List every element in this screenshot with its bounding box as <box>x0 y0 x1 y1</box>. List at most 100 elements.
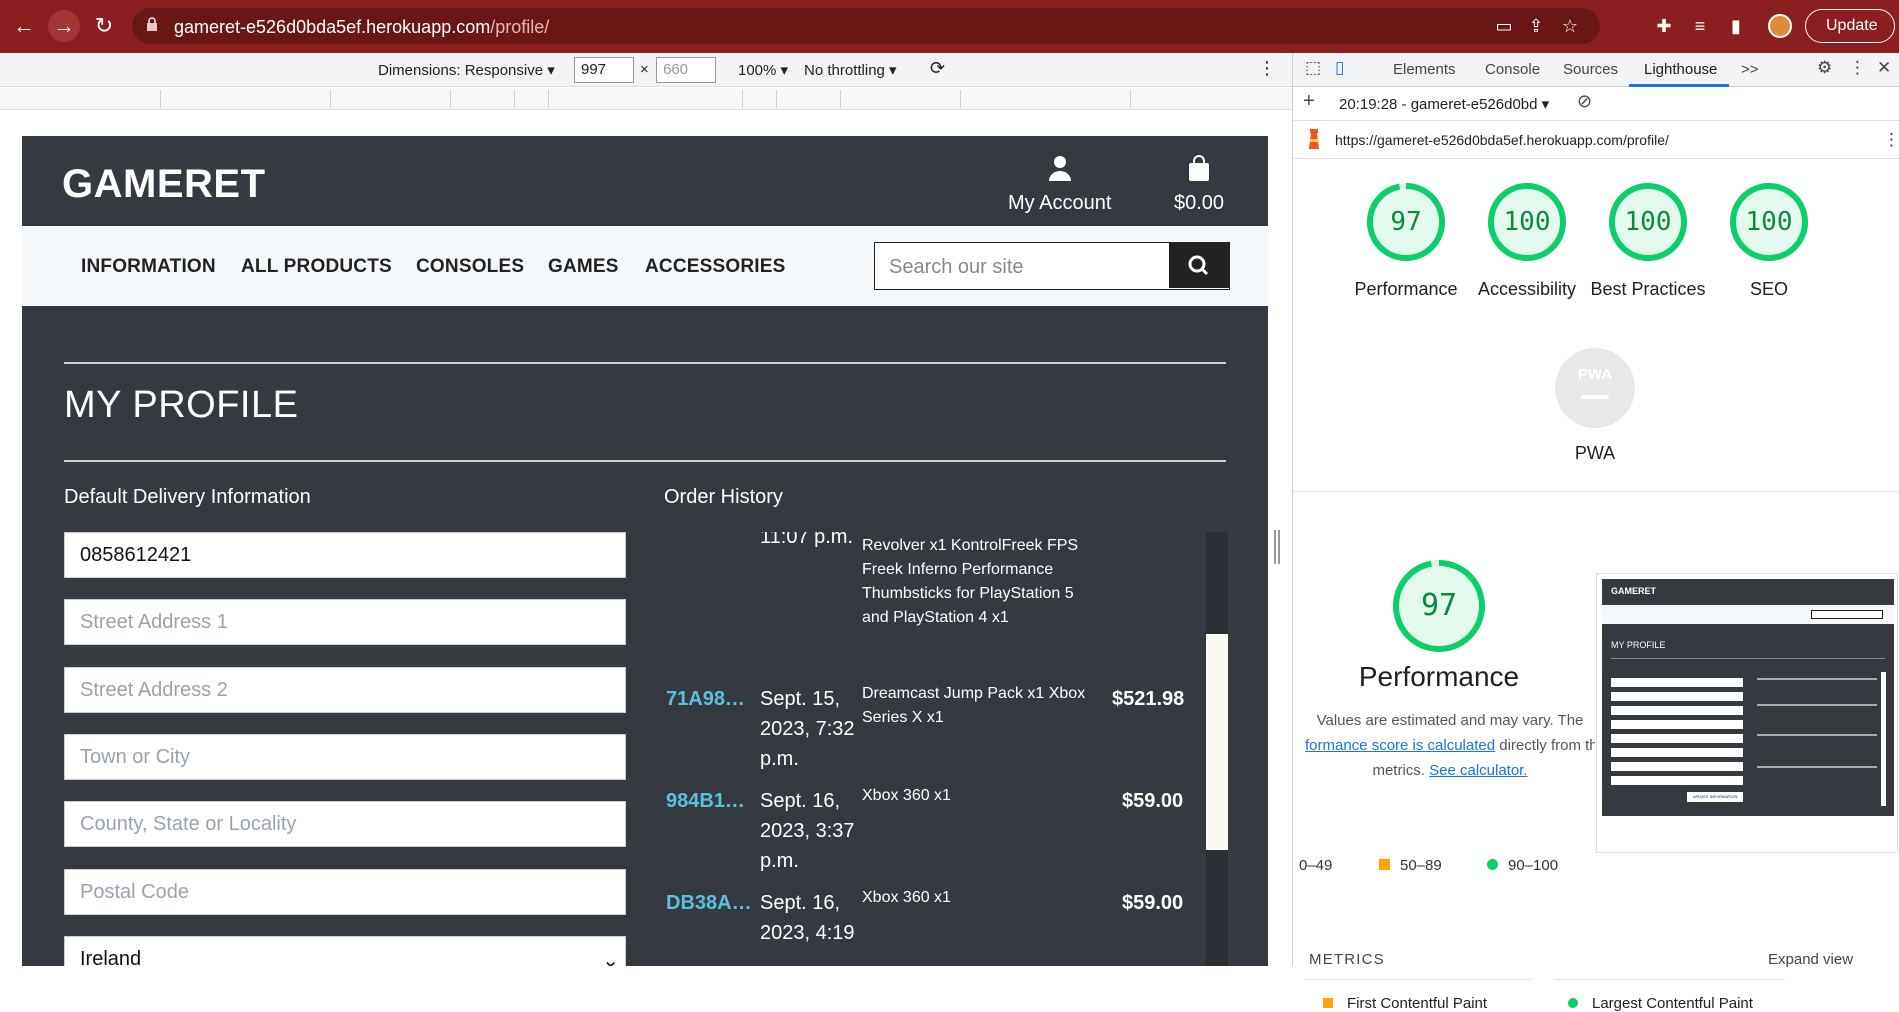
website-page: GAMERET My Account $0.00 INFORMATION ALL… <box>22 136 1268 966</box>
average-square-icon <box>1379 859 1390 870</box>
throttling-dropdown[interactable]: No throttling ▾ <box>804 61 897 79</box>
partial-order-items: Revolver x1 KontrolFreek FPS Freek Infer… <box>862 537 1079 626</box>
performance-gauge[interactable]: 97 <box>1366 182 1446 262</box>
nav-all-products[interactable]: ALL PRODUCTS <box>241 256 392 278</box>
update-button[interactable]: Update <box>1805 9 1895 43</box>
performance-score: 97 <box>1390 207 1422 237</box>
inspect-element-icon[interactable]: ⬚ <box>1305 58 1321 78</box>
width-input[interactable]: 997 <box>574 57 634 83</box>
device-toggle-icon[interactable]: ▯ <box>1335 58 1344 78</box>
dimension-separator: × <box>640 61 649 78</box>
pwa-badge-circle <box>1555 348 1635 428</box>
order-number-link[interactable]: 71A98… <box>666 688 745 711</box>
side-panel-icon[interactable]: ▮ <box>1724 14 1748 38</box>
height-input[interactable]: 660 <box>656 57 716 83</box>
user-icon <box>1048 156 1071 181</box>
order-total: $59.00 <box>1122 892 1184 914</box>
calculator-link[interactable]: See calculator. <box>1429 762 1527 779</box>
nav-consoles[interactable]: CONSOLES <box>416 256 524 278</box>
forward-icon[interactable]: → <box>48 10 80 42</box>
pwa-badge-text: PWA <box>1577 366 1613 383</box>
performance-note: Values are estimated and may vary. The f… <box>1305 712 1595 779</box>
nav-information[interactable]: INFORMATION <box>81 256 216 278</box>
more-options-icon[interactable]: ⋮ <box>1258 58 1276 79</box>
tab-sources[interactable]: Sources <box>1563 61 1618 78</box>
shopping-bag-link[interactable]: $0.00 <box>1174 154 1224 215</box>
site-search-input[interactable]: Search our site <box>889 256 1024 279</box>
nav-accessories[interactable]: ACCESSORIES <box>645 256 786 278</box>
new-report-icon[interactable]: + <box>1303 90 1315 113</box>
order-items: Dreamcast Jump Pack x1 Xbox Series X x1 <box>862 685 1086 726</box>
bag-total: $0.00 <box>1174 192 1225 214</box>
extensions-icon[interactable]: ✚ <box>1652 14 1676 38</box>
tab-elements[interactable]: Elements <box>1393 61 1456 78</box>
clear-reports-icon[interactable]: ⊘ <box>1577 91 1592 112</box>
media-queue-icon[interactable]: ≡ <box>1688 14 1712 38</box>
seo-score: 100 <box>1745 207 1793 237</box>
tab-lighthouse[interactable]: Lighthouse <box>1644 61 1717 78</box>
scrollbar-thumb[interactable] <box>1206 634 1228 850</box>
share-icon[interactable]: ⇪ <box>1524 14 1548 38</box>
order-date: Sept. 16, 2023, 4:19 <box>760 892 855 944</box>
score-calculation-link[interactable]: formance score is calculated <box>1305 737 1495 754</box>
devtools-menu-icon[interactable]: ⋮ <box>1849 58 1866 78</box>
rotate-icon[interactable]: ⟳ <box>930 58 945 79</box>
lighthouse-toolbar: + 20:19:28 - gameret-e526d0bd ▾ ⊘ <box>1293 87 1899 121</box>
report-selector[interactable]: 20:19:28 - gameret-e526d0bd ▾ <box>1339 95 1549 113</box>
street-address-1-field[interactable]: Street Address 1 <box>64 599 626 645</box>
install-app-icon[interactable]: ▭ <box>1492 14 1516 38</box>
performance-detail-gauge: 97 <box>1391 558 1487 654</box>
dimensions-dropdown[interactable]: Dimensions: Responsive ▾ <box>378 61 555 79</box>
metric-fcp: First Contentful Paint <box>1323 995 1487 1012</box>
back-icon[interactable]: ← <box>8 10 40 42</box>
order-number-link[interactable]: 984B1… <box>666 790 745 813</box>
chevron-down-icon: ⌄ <box>602 950 619 966</box>
nav-games[interactable]: GAMES <box>548 256 619 278</box>
my-account-link[interactable]: My Account <box>1008 154 1111 215</box>
pwa-badge[interactable]: PWA <box>1555 348 1635 428</box>
order-history-scrollbar[interactable] <box>1206 532 1228 966</box>
profile-avatar[interactable] <box>1768 14 1792 38</box>
order-history-heading: Order History <box>664 486 783 508</box>
accessibility-gauge[interactable]: 100 <box>1487 182 1567 262</box>
performance-label: Performance <box>1354 279 1458 299</box>
close-icon[interactable]: ✕ <box>1877 58 1891 78</box>
browser-toolbar: ← → ↻ gameret-e526d0bda5ef.herokuapp.com… <box>0 0 1899 53</box>
page-title: MY PROFILE <box>64 384 299 426</box>
thumbnail-logo: GAMERET <box>1611 586 1656 596</box>
performance-detail-label: Performance <box>1358 661 1520 692</box>
phone-field[interactable]: 0858612421 <box>64 532 626 578</box>
order-number-link[interactable]: DB38A… <box>666 892 752 915</box>
county-field[interactable]: County, State or Locality <box>64 801 626 847</box>
country-select[interactable]: Ireland ⌄ <box>64 936 626 966</box>
accessibility-label: Accessibility <box>1477 279 1577 299</box>
viewport-resize-handle[interactable] <box>1274 530 1280 564</box>
legend-pass: 90–100 <box>1487 857 1558 874</box>
settings-gear-icon[interactable]: ⚙ <box>1817 58 1832 78</box>
postal-code-field[interactable]: Postal Code <box>64 869 626 915</box>
metric-lcp: Largest Contentful Paint <box>1568 995 1753 1012</box>
report-menu-icon[interactable]: ⋮ <box>1883 130 1899 150</box>
tab-console[interactable]: Console <box>1485 61 1540 78</box>
seo-gauge[interactable]: 100 <box>1729 182 1809 262</box>
address-bar[interactable]: gameret-e526d0bda5ef.herokuapp.com/profi… <box>132 8 1600 44</box>
best-practices-gauge[interactable]: 100 <box>1608 182 1688 262</box>
pass-circle-icon <box>1487 859 1498 870</box>
shopping-bag-icon <box>1189 155 1210 181</box>
expand-view-toggle[interactable]: Expand view <box>1768 951 1853 968</box>
media-query-ruler <box>0 88 1292 110</box>
bookmark-star-icon[interactable]: ☆ <box>1558 14 1582 38</box>
my-account-label: My Account <box>1008 192 1112 214</box>
reload-icon[interactable]: ↻ <box>88 10 120 42</box>
site-logo[interactable]: GAMERET <box>62 162 266 207</box>
street-address-2-field[interactable]: Street Address 2 <box>64 667 626 713</box>
order-total: $59.00 <box>1122 790 1184 812</box>
page-screenshot-thumbnail[interactable]: GAMERET MY PROFILE UPDATE INFORMATION <box>1596 573 1898 853</box>
more-tabs-button[interactable]: >> <box>1741 61 1759 78</box>
zoom-dropdown[interactable]: 100% ▾ <box>738 61 788 79</box>
town-field[interactable]: Town or City <box>64 734 626 780</box>
report-url[interactable]: https://gameret-e526d0bda5ef.herokuapp.c… <box>1335 132 1669 148</box>
site-search-button[interactable] <box>1169 243 1229 288</box>
report-url-bar: https://gameret-e526d0bda5ef.herokuapp.c… <box>1293 121 1899 159</box>
metrics-heading: METRICS <box>1309 951 1385 968</box>
